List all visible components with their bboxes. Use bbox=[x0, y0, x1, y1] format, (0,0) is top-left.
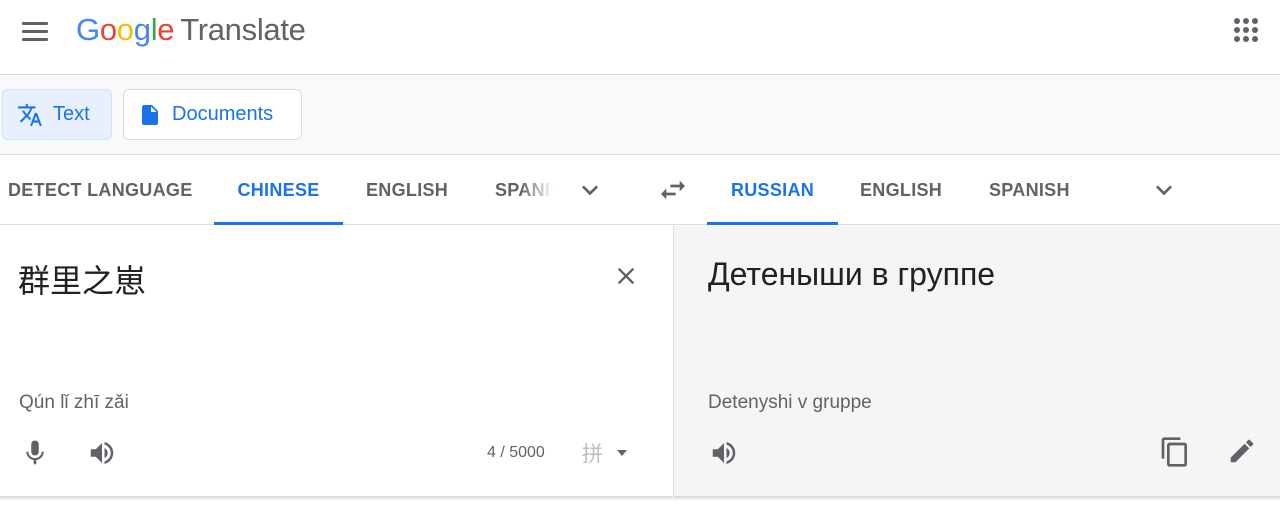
google-wordmark: Google bbox=[76, 12, 175, 47]
copy-icon[interactable] bbox=[1159, 434, 1191, 470]
ime-pinyin-label: 拼 bbox=[582, 442, 603, 466]
translation-text: Детеныши в группе bbox=[708, 256, 996, 292]
google-translate-logo[interactable]: Google Translate bbox=[76, 12, 306, 48]
translate-icon bbox=[18, 103, 42, 126]
text-mode-button[interactable]: Text bbox=[2, 89, 112, 140]
translation-panel: Детеныши в группе Detenyshi v gruppe bbox=[673, 226, 1280, 497]
source-more-languages-chevron-down-icon[interactable] bbox=[574, 174, 606, 206]
source-transliteration: Qún lǐ zhī zǎi bbox=[19, 392, 129, 413]
documents-mode-label: Documents bbox=[172, 103, 274, 125]
source-text-panel[interactable]: 群里之崽 Qún lǐ zhī zǎi 4 / 5000 拼 bbox=[0, 226, 672, 497]
target-transliteration: Detenyshi v gruppe bbox=[708, 392, 872, 413]
text-mode-label: Text bbox=[53, 103, 90, 125]
logo-letter: o bbox=[99, 12, 117, 47]
source-lang-english[interactable]: ENGLISH bbox=[344, 156, 470, 225]
microphone-icon[interactable] bbox=[20, 436, 50, 470]
target-lang-russian[interactable]: RUSSIAN bbox=[707, 156, 838, 225]
mode-bar: Text Documents bbox=[0, 76, 1280, 155]
document-icon bbox=[142, 104, 158, 125]
logo-letter: e bbox=[157, 12, 175, 47]
input-tools-button[interactable]: 拼 bbox=[582, 438, 642, 468]
target-more-languages-chevron-down-icon[interactable] bbox=[1148, 174, 1180, 206]
character-count: 4 / 5000 bbox=[487, 444, 545, 461]
app-header: Google Translate bbox=[0, 0, 1280, 75]
documents-mode-button[interactable]: Documents bbox=[123, 89, 302, 140]
logo-letter: g bbox=[133, 12, 151, 47]
source-text-input[interactable]: 群里之崽 bbox=[18, 256, 146, 302]
hamburger-menu-icon[interactable] bbox=[18, 16, 54, 46]
target-speaker-icon[interactable] bbox=[708, 438, 740, 468]
swap-languages-icon[interactable] bbox=[656, 174, 690, 206]
target-lang-english[interactable]: ENGLISH bbox=[838, 156, 964, 225]
edit-pencil-icon[interactable] bbox=[1227, 436, 1257, 466]
product-name: Translate bbox=[180, 12, 306, 47]
bottom-shadow bbox=[0, 497, 1280, 501]
language-bar: DETECT LANGUAGE CHINESE ENGLISH SPANISH … bbox=[0, 156, 1280, 225]
clear-source-close-icon[interactable] bbox=[612, 262, 640, 290]
logo-letter: G bbox=[76, 12, 100, 47]
logo-letter: o bbox=[116, 12, 134, 47]
source-speaker-icon[interactable] bbox=[86, 438, 118, 468]
source-lang-spanish[interactable]: SPANISH bbox=[473, 156, 553, 225]
apps-grid-icon[interactable] bbox=[1234, 18, 1258, 42]
source-lang-chinese[interactable]: CHINESE bbox=[214, 156, 343, 225]
caret-down-icon bbox=[617, 450, 627, 456]
target-lang-spanish[interactable]: SPANISH bbox=[967, 156, 1092, 225]
source-lang-detect[interactable]: DETECT LANGUAGE bbox=[0, 156, 215, 225]
